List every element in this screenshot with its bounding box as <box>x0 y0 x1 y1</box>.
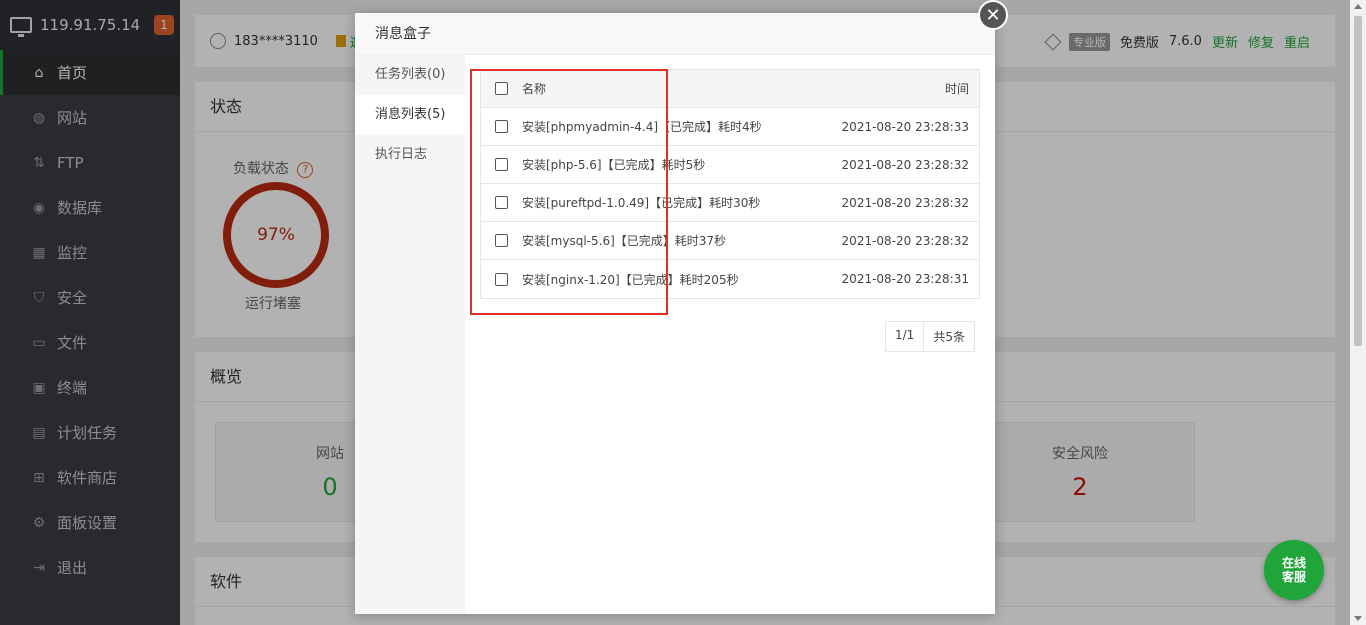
page-scrollbar[interactable] <box>1350 0 1366 625</box>
chat-line-1: 在线 <box>1281 556 1306 570</box>
pagination: 1/1 共5条 <box>885 321 975 352</box>
scroll-thumb[interactable] <box>1354 16 1362 346</box>
col-time-header: 时间 <box>944 82 969 96</box>
row-time: 2021-08-20 23:28:32 <box>841 233 969 248</box>
tab-task-list[interactable]: 任务列表(0) <box>355 55 465 95</box>
page-indicator[interactable]: 1/1 <box>886 322 923 351</box>
online-support-button[interactable]: 在线 客服 <box>1264 540 1324 600</box>
scroll-up-icon[interactable] <box>1354 4 1362 9</box>
close-icon: ✕ <box>985 4 1001 26</box>
modal-close-button[interactable]: ✕ <box>978 0 1008 30</box>
row-time: 2021-08-20 23:28:31 <box>841 272 969 286</box>
modal-title: 消息盒子 <box>355 13 995 55</box>
row-time: 2021-08-20 23:28:32 <box>841 195 969 210</box>
row-time: 2021-08-20 23:28:32 <box>841 157 969 172</box>
tab-exec-log[interactable]: 执行日志 <box>355 135 465 175</box>
chat-label: 在线 客服 <box>1282 556 1306 584</box>
message-box-modal: 消息盒子 任务列表(0) 消息列表(5) 执行日志 名称 时间 安装[phpmy… <box>355 13 995 614</box>
annotation-highlight-box <box>470 69 668 315</box>
total-count: 共5条 <box>923 322 974 351</box>
row-time: 2021-08-20 23:28:33 <box>841 119 969 134</box>
tab-message-list[interactable]: 消息列表(5) <box>355 95 465 135</box>
chat-line-2: 客服 <box>1281 570 1306 584</box>
scroll-down-icon[interactable] <box>1354 616 1362 621</box>
modal-tabs: 任务列表(0) 消息列表(5) 执行日志 <box>355 55 465 614</box>
